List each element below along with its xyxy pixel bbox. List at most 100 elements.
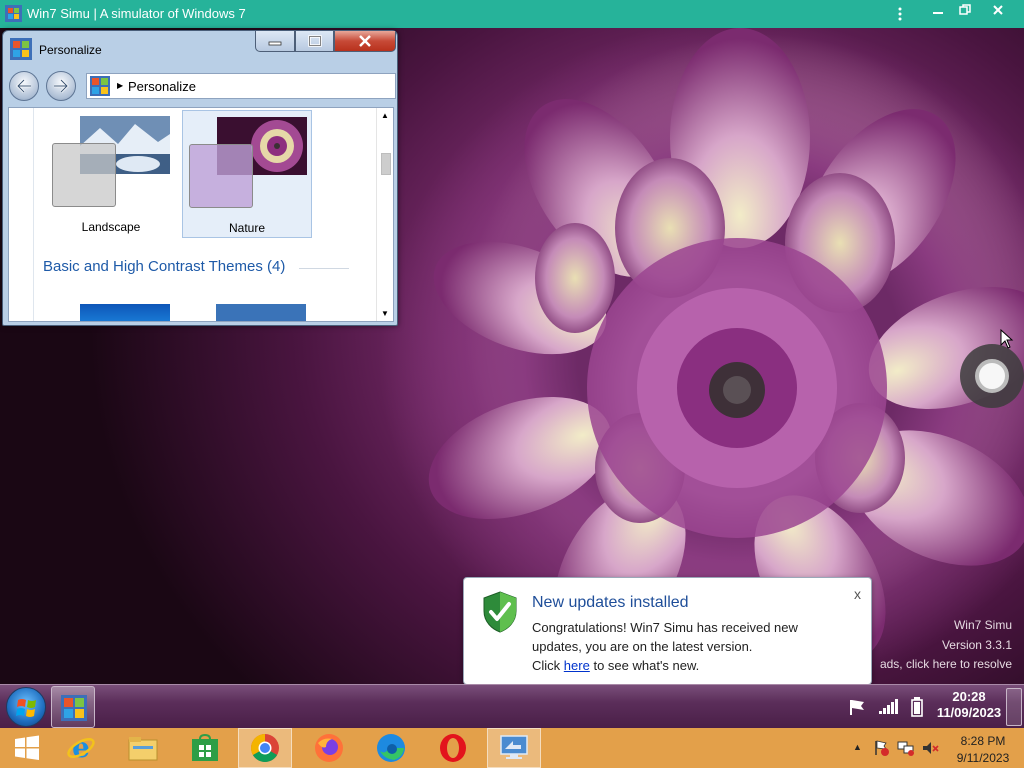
windows-orb-icon	[16, 699, 36, 717]
security-shield-check-icon	[483, 591, 517, 633]
remote-desktop-icon	[500, 735, 528, 759]
host-title-bar: Win7 Simu | A simulator of Windows 7	[0, 0, 1024, 28]
firefox-button[interactable]	[302, 728, 356, 768]
host-close-button[interactable]	[983, 0, 1013, 20]
store-button[interactable]	[178, 728, 232, 768]
nature-color-swatch	[189, 144, 253, 208]
show-desktop-button[interactable]	[1006, 688, 1022, 726]
floating-touch-button-dot	[975, 359, 1009, 393]
signal-bars-icon	[879, 699, 898, 714]
store-icon	[192, 734, 218, 761]
battery-icon	[911, 697, 923, 717]
svg-text:e: e	[72, 733, 90, 763]
notification-click-text: Click	[532, 658, 561, 673]
win7-simu-app-icon	[5, 5, 22, 22]
left-pane	[9, 108, 34, 321]
scroll-up-icon[interactable]: ▲	[381, 111, 389, 120]
theme-name: Nature	[228, 221, 266, 235]
close-icon	[993, 5, 1003, 15]
host-clock-date: 9/11/2023	[956, 751, 1010, 765]
chrome-button[interactable]	[238, 728, 292, 768]
vertical-scrollbar[interactable]: ▲ ▼	[376, 108, 393, 321]
minimize-icon	[268, 41, 282, 46]
notification-close-button[interactable]: x	[854, 586, 861, 602]
watermark-activation[interactable]: ads, click here to resolve	[880, 657, 1012, 671]
navigation-bar: ▶ Personalize	[6, 71, 396, 101]
win7-clock-time: 20:28	[952, 689, 986, 704]
action-center-tray[interactable]	[846, 685, 868, 729]
personalize-window-icon	[10, 38, 32, 60]
personalize-window-title: Personalize	[39, 43, 102, 57]
notification-body-line-2: updates, you are on the latest version.	[532, 639, 753, 654]
notification-tail-text: to see what's new.	[593, 658, 700, 673]
theme-landscape[interactable]: Landscape	[46, 110, 176, 238]
update-notification-balloon[interactable]: New updates installed x Congratulations!…	[463, 577, 872, 685]
network-status-icon[interactable]	[897, 740, 915, 756]
theme-nature[interactable]: Nature	[182, 110, 312, 238]
back-button[interactable]	[9, 71, 39, 101]
notification-title: New updates installed	[532, 594, 689, 611]
win7-clock[interactable]: 20:28 11/09/2023	[934, 689, 1004, 721]
scroll-down-icon[interactable]: ▼	[381, 309, 389, 318]
address-bar[interactable]: ▶ Personalize	[86, 73, 396, 99]
host-minimize-button[interactable]	[923, 0, 953, 20]
edge-icon	[377, 734, 405, 762]
edge-button[interactable]	[364, 728, 418, 768]
close-icon	[359, 35, 371, 47]
forward-arrow-icon	[54, 79, 69, 93]
personalize-window[interactable]: Personalize ▶ Personalize Landscape Natu…	[2, 30, 398, 326]
theme-name: Landscape	[81, 220, 141, 234]
theme-windows-classic-preview[interactable]	[216, 304, 306, 321]
file-explorer-button[interactable]	[116, 728, 170, 768]
host-start-button[interactable]	[0, 728, 54, 768]
host-taskbar: e ▲ 8:28 PM 9/11/2023	[0, 728, 1024, 768]
start-button[interactable]	[6, 687, 46, 727]
chrome-icon	[251, 734, 279, 762]
whats-new-link[interactable]: here	[564, 658, 590, 673]
watermark-title: Win7 Simu	[953, 618, 1012, 632]
host-window-title: Win7 Simu | A simulator of Windows 7	[27, 6, 246, 21]
show-hidden-icons-chevron[interactable]: ▲	[853, 742, 862, 752]
host-restore-button[interactable]	[950, 0, 980, 20]
battery-tray[interactable]	[907, 685, 927, 729]
minimize-icon	[933, 12, 943, 14]
floating-touch-button[interactable]	[960, 344, 1024, 408]
section-divider	[299, 268, 349, 269]
volume-muted-icon[interactable]	[921, 740, 939, 756]
window-maximize-button[interactable]	[295, 31, 334, 52]
section-heading-basic-themes: Basic and High Contrast Themes (4)	[43, 258, 286, 275]
landscape-color-swatch	[52, 143, 116, 207]
network-tray[interactable]	[876, 685, 900, 729]
file-explorer-icon	[128, 737, 158, 761]
scroll-thumb[interactable]	[381, 153, 391, 175]
taskbar-personalize-app[interactable]	[51, 686, 95, 728]
windows-logo-icon	[15, 735, 39, 760]
personalize-app-icon	[61, 695, 87, 721]
breadcrumb-chevron-icon[interactable]: ▶	[117, 81, 123, 90]
win7-clock-date: 11/09/2023	[936, 705, 1002, 720]
internet-explorer-icon: e	[67, 733, 95, 763]
window-minimize-button[interactable]	[255, 31, 295, 52]
more-options-icon[interactable]	[893, 6, 907, 22]
window-close-button[interactable]	[334, 31, 396, 52]
firefox-icon	[315, 734, 343, 762]
themes-list[interactable]: Landscape Nature Basic and High Contrast…	[8, 107, 394, 322]
forward-button[interactable]	[46, 71, 76, 101]
action-center-flag-icon[interactable]	[873, 740, 889, 756]
host-clock-time: 8:28 PM	[960, 734, 1006, 748]
personalize-location-icon	[90, 76, 110, 96]
notification-body: Congratulations! Win7 Simu has received …	[532, 618, 852, 675]
win7-taskbar: 20:28 11/09/2023	[0, 684, 1024, 728]
internet-explorer-button[interactable]: e	[54, 728, 108, 768]
opera-button[interactable]	[426, 728, 480, 768]
notification-body-line-3: Click here to see what's new.	[532, 656, 852, 675]
theme-windows-7-basic-preview[interactable]	[80, 304, 170, 321]
maximize-icon	[307, 35, 322, 47]
back-arrow-icon	[16, 79, 31, 93]
flag-icon	[850, 700, 864, 715]
restore-icon	[959, 4, 971, 15]
remote-desktop-button[interactable]	[487, 728, 541, 768]
host-clock[interactable]: 8:28 PM 9/11/2023	[948, 733, 1018, 767]
breadcrumb-personalize[interactable]: Personalize	[128, 79, 196, 94]
notification-body-line-1: Congratulations! Win7 Simu has received …	[532, 620, 798, 635]
